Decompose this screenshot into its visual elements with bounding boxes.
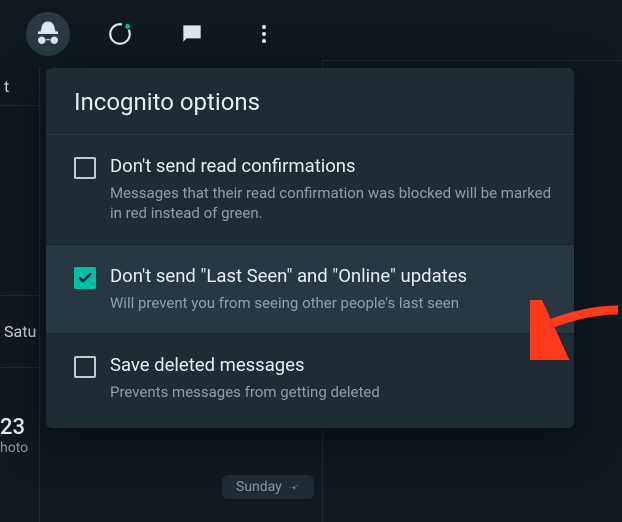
pin-icon xyxy=(288,481,300,493)
chat-icon-button[interactable] xyxy=(170,12,214,56)
option-save-deleted[interactable]: Save deleted messages Prevents messages … xyxy=(46,334,574,428)
option-body: Don't send "Last Seen" and "Online" upda… xyxy=(110,265,554,313)
checkbox-read-confirmations[interactable] xyxy=(74,157,96,179)
list-item[interactable]: Satu xyxy=(0,296,39,368)
left-sidebar-fragment: t Satu 23 hoto xyxy=(0,68,40,522)
option-last-seen[interactable]: Don't send "Last Seen" and "Online" upda… xyxy=(46,245,574,334)
panel-title: Incognito options xyxy=(46,68,574,135)
checkmark-icon xyxy=(77,270,93,286)
option-description: Will prevent you from seeing other peopl… xyxy=(110,293,554,313)
option-body: Save deleted messages Prevents messages … xyxy=(110,354,554,402)
partial-text: t xyxy=(4,77,9,96)
date-chip: Sunday xyxy=(222,475,314,499)
incognito-icon-button[interactable] xyxy=(26,12,70,56)
list-item[interactable]: 23 hoto xyxy=(0,368,39,440)
option-title: Don't send read confirmations xyxy=(110,155,554,177)
date-chip-label: Sunday xyxy=(236,479,282,495)
option-description: Messages that their read confirmation wa… xyxy=(110,183,554,224)
option-body: Don't send read confirmations Messages t… xyxy=(110,155,554,224)
incognito-options-panel: Incognito options Don't send read confir… xyxy=(46,68,574,428)
list-item[interactable] xyxy=(0,106,39,296)
list-item[interactable]: t xyxy=(0,68,39,106)
status-ring-button[interactable] xyxy=(98,12,142,56)
chat-icon xyxy=(179,21,205,47)
checkbox-last-seen[interactable] xyxy=(74,267,96,289)
top-toolbar xyxy=(0,0,622,68)
day-label: Satu xyxy=(4,322,36,341)
option-read-confirmations[interactable]: Don't send read confirmations Messages t… xyxy=(46,135,574,245)
incognito-icon xyxy=(33,19,63,49)
date-fragment: 23 xyxy=(0,409,25,440)
status-ring-icon xyxy=(107,21,133,47)
checkbox-save-deleted[interactable] xyxy=(74,356,96,378)
more-menu-button[interactable] xyxy=(242,12,286,56)
option-description: Prevents messages from getting deleted xyxy=(110,382,554,402)
option-title: Save deleted messages xyxy=(110,354,554,376)
more-vert-icon xyxy=(252,22,276,46)
option-title: Don't send "Last Seen" and "Online" upda… xyxy=(110,265,554,287)
subtype-fragment: hoto xyxy=(0,440,28,456)
